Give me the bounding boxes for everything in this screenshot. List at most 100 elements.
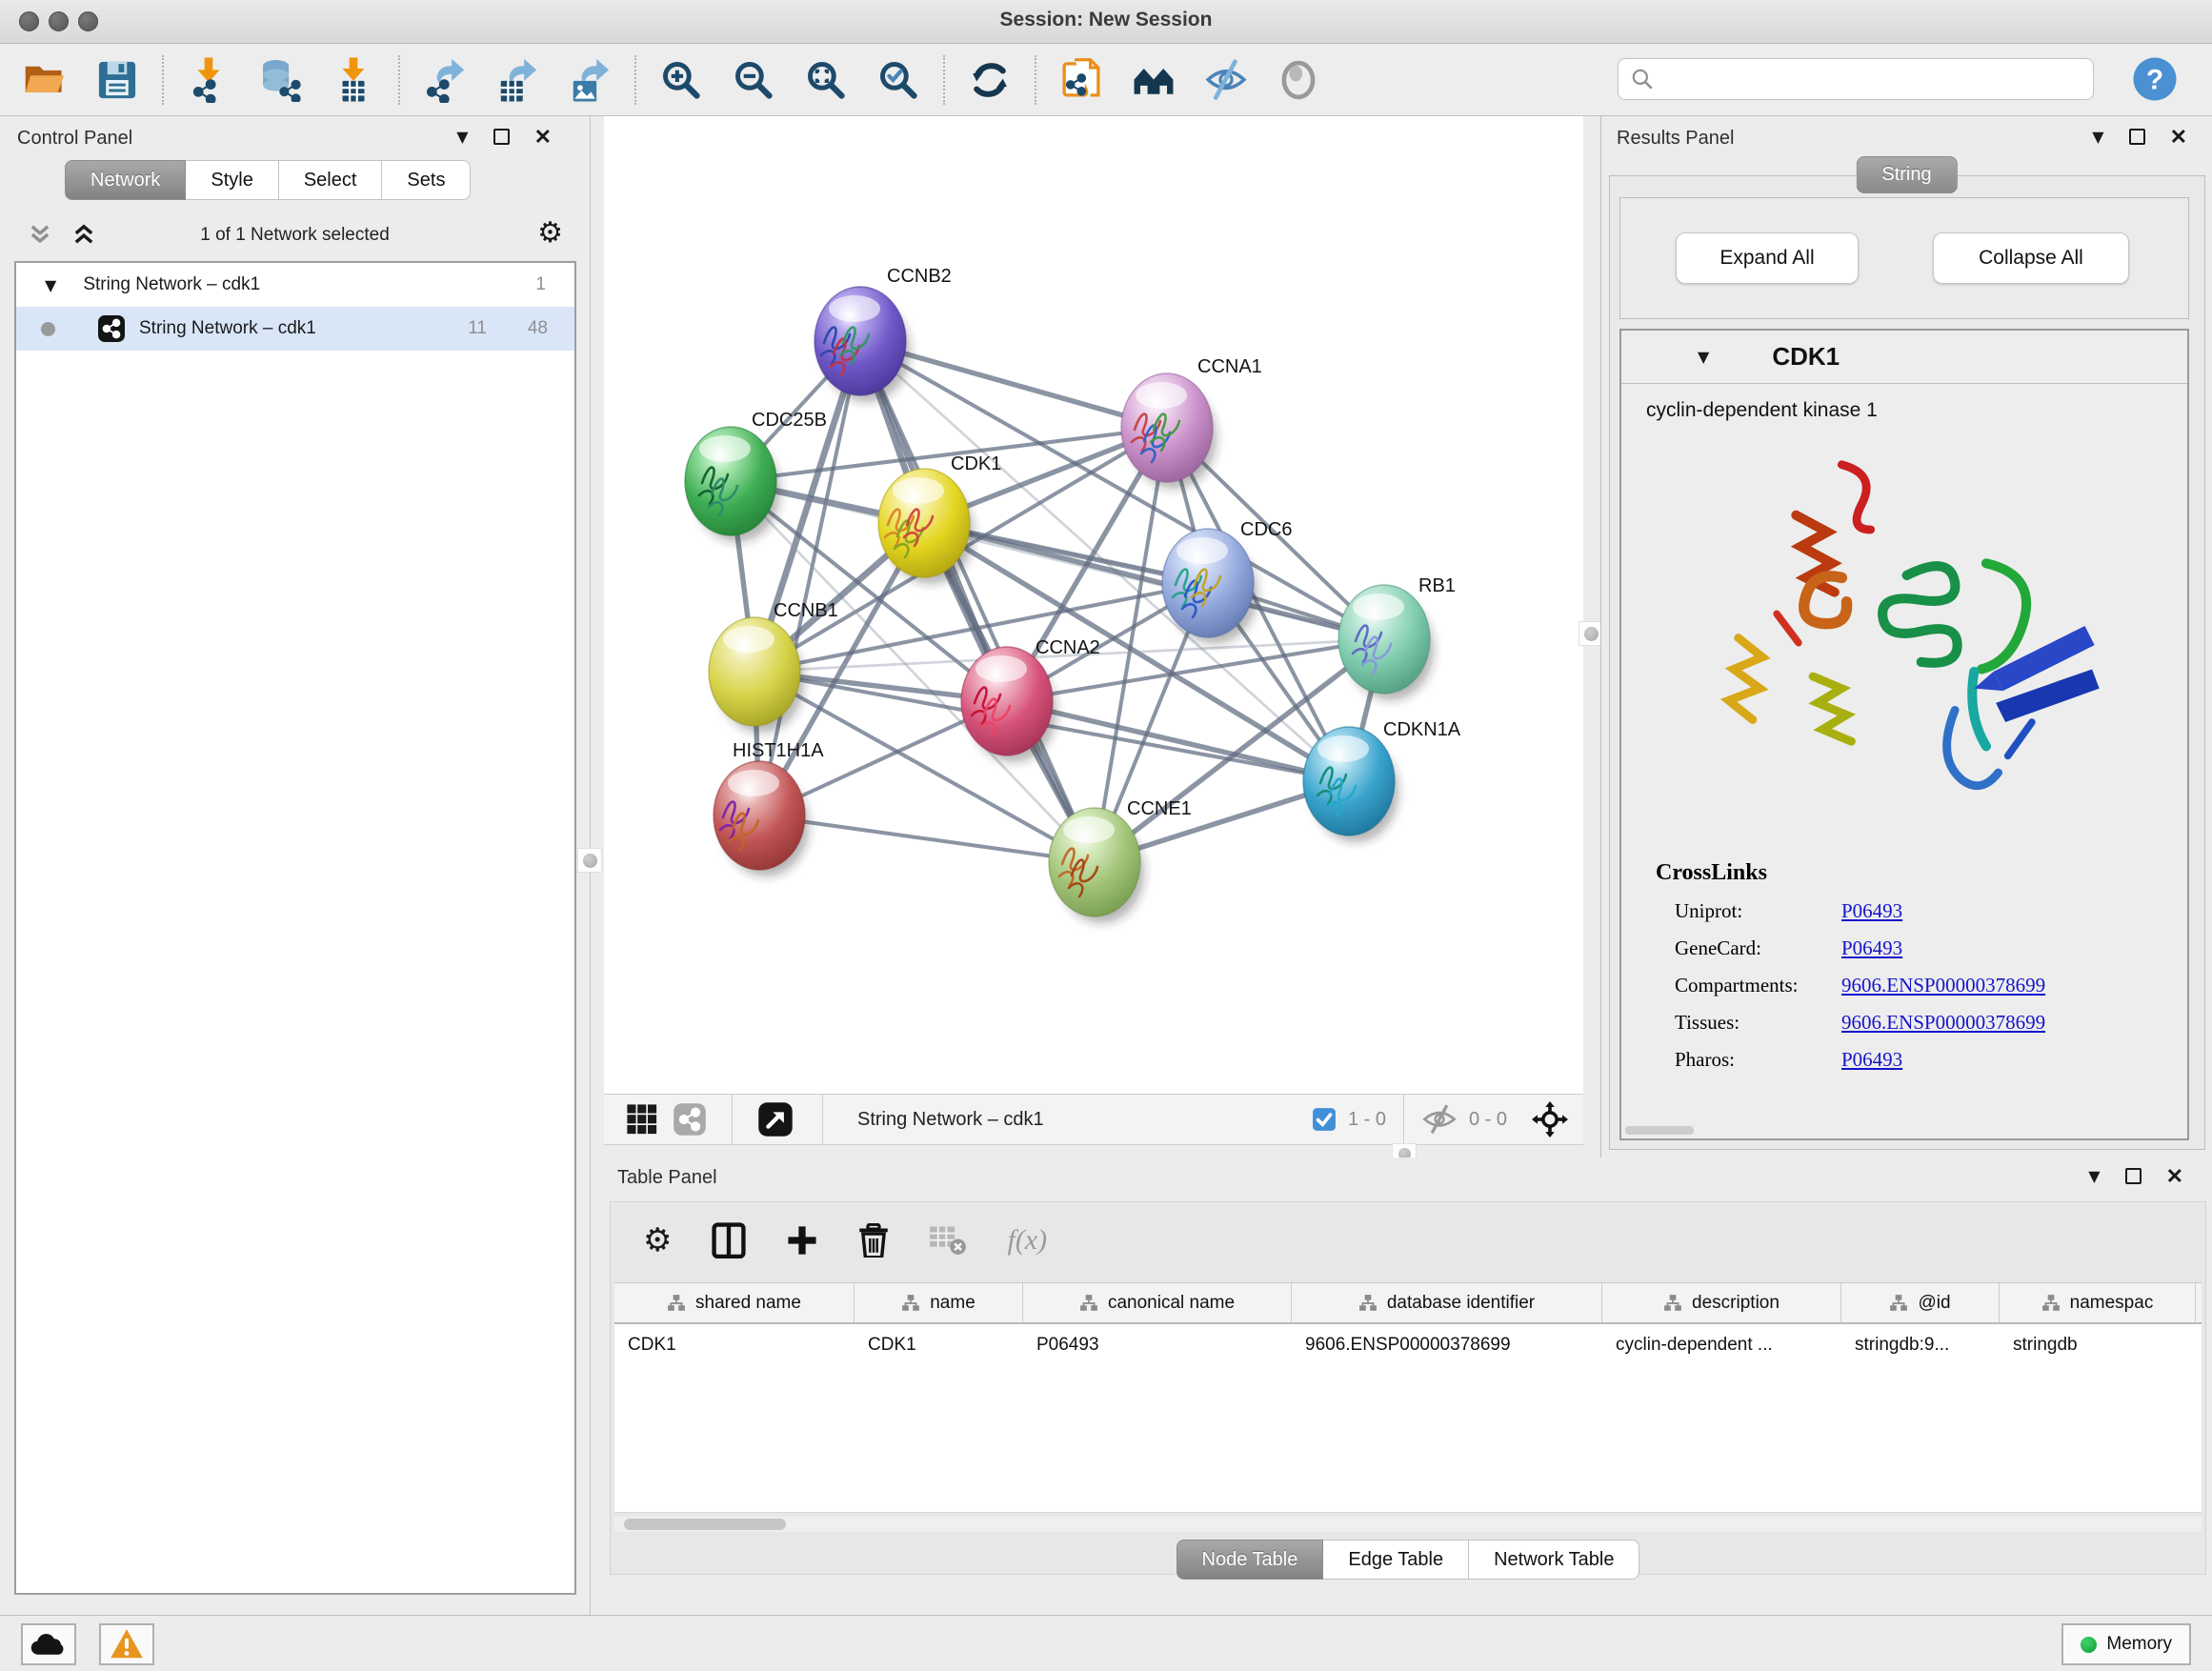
network-node-CCNE1[interactable]: CCNE1 <box>1049 798 1192 923</box>
cloud-button[interactable] <box>21 1623 76 1665</box>
string-share-badge-icon[interactable] <box>671 1097 709 1141</box>
network-canvas[interactable]: CCNB2 CCNA1 CDC25B CDK1 CDC6 <box>604 116 1583 1094</box>
string-home-icon[interactable] <box>1132 58 1176 102</box>
table-cell: cyclin-dependent ... <box>1602 1324 1841 1366</box>
network-edge-CCNA2-CDKN1A[interactable] <box>1007 701 1349 781</box>
node-label-RB1: RB1 <box>1418 575 1456 596</box>
results-tab-string[interactable]: String <box>1856 156 1957 193</box>
cloud-icon <box>30 1631 68 1658</box>
network-node-HIST1H1A[interactable]: HIST1H1A <box>714 740 824 876</box>
tab-style[interactable]: Style <box>186 160 278 200</box>
export-network-icon[interactable] <box>423 58 467 102</box>
import-table-file-icon[interactable] <box>332 58 375 102</box>
network-node-CDC6[interactable]: CDC6 <box>1162 519 1292 644</box>
crosslink-link[interactable]: P06493 <box>1841 899 1902 923</box>
gene-description: cyclin-dependent kinase 1 <box>1646 399 2187 422</box>
network-node-RB1[interactable]: RB1 <box>1338 575 1456 700</box>
expand-all-button[interactable]: Expand All <box>1676 232 1859 284</box>
node-label-CDC6: CDC6 <box>1240 519 1292 540</box>
network-edge-CCNB2-CCNE1[interactable] <box>860 341 1095 862</box>
crosslink-link[interactable]: 9606.ENSP00000378699 <box>1841 974 2045 997</box>
collapse-all-button[interactable]: Collapse All <box>1933 232 2129 284</box>
selected-checkbox-icon[interactable] <box>1312 1107 1337 1132</box>
collection-count: 1 <box>535 274 546 295</box>
column-type-icon <box>1663 1294 1682 1313</box>
show-columns-icon[interactable] <box>712 1222 746 1259</box>
crosslink-link[interactable]: P06493 <box>1841 1048 1902 1072</box>
network-node-CCNA2[interactable]: CCNA2 <box>961 637 1100 762</box>
crosslink-link[interactable]: P06493 <box>1841 936 1902 960</box>
table-tab-network-table[interactable]: Network Table <box>1469 1540 1639 1580</box>
network-tree: ▼ String Network – cdk1 1 String Network… <box>14 261 576 1595</box>
network-node-CCNA1[interactable]: CCNA1 <box>1121 356 1262 489</box>
import-network-file-icon[interactable] <box>187 58 231 102</box>
network-tree-row[interactable]: String Network – cdk1 11 48 <box>16 307 574 351</box>
close-results-icon[interactable]: ✕ <box>2170 129 2187 145</box>
zoom-selected-icon[interactable] <box>876 58 920 102</box>
gene-collapse-icon[interactable]: ▼ <box>1698 348 1709 366</box>
network-node-CDKN1A[interactable]: CDKN1A <box>1303 719 1461 842</box>
search-input[interactable] <box>1655 69 2093 90</box>
table-hscrollbar-thumb[interactable] <box>624 1519 786 1530</box>
column-header-namespac[interactable]: namespac <box>2000 1283 2196 1322</box>
hide-selected-icon[interactable] <box>1204 58 1248 102</box>
float-panel-icon[interactable] <box>493 129 510 145</box>
tab-select[interactable]: Select <box>279 160 383 200</box>
crosslink-link[interactable]: 9606.ENSP00000378699 <box>1841 1011 2045 1035</box>
export-table-icon[interactable] <box>495 58 539 102</box>
close-table-icon[interactable]: ✕ <box>2166 1168 2183 1184</box>
fit-crosshair-icon[interactable] <box>1532 1101 1568 1137</box>
table-row[interactable]: CDK1CDK1P064939606.ENSP00000378699cyclin… <box>614 1324 2202 1366</box>
export-image-icon[interactable] <box>568 58 612 102</box>
tab-sets[interactable]: Sets <box>382 160 471 200</box>
network-edge-HIST1H1A-CCNE1[interactable] <box>759 815 1095 862</box>
network-options-gear-icon[interactable]: ⚙ <box>537 219 563 248</box>
zoom-in-icon[interactable] <box>659 58 703 102</box>
zoom-fit-icon[interactable] <box>804 58 848 102</box>
float-table-icon[interactable] <box>2125 1168 2142 1184</box>
add-column-plus-icon[interactable] <box>786 1224 818 1257</box>
open-session-icon[interactable] <box>23 58 67 102</box>
tab-network[interactable]: Network <box>65 160 186 200</box>
open-in-new-window-icon[interactable] <box>755 1097 795 1141</box>
search-box[interactable] <box>1618 58 2094 100</box>
column-header-database-identifier[interactable]: database identifier <box>1292 1283 1602 1322</box>
help-button[interactable]: ? <box>2132 56 2178 102</box>
table-hscrollbar[interactable] <box>614 1517 2202 1532</box>
network-edge-CDK1-RB1[interactable] <box>924 523 1384 639</box>
hidden-eye-icon[interactable] <box>1421 1103 1458 1136</box>
refresh-icon[interactable] <box>968 58 1012 102</box>
table-panel-body: ⚙ f(x) shared namenamecanonical namedata… <box>610 1201 2206 1575</box>
crosslink-label: Uniprot: <box>1675 899 1841 923</box>
column-header-description[interactable]: description <box>1602 1283 1841 1322</box>
show-graphics-details-icon[interactable] <box>1277 58 1320 102</box>
column-header-shared-name[interactable]: shared name <box>614 1283 855 1322</box>
import-network-database-icon[interactable] <box>259 58 303 102</box>
share-file-icon[interactable] <box>1059 58 1103 102</box>
node-label-HIST1H1A: HIST1H1A <box>733 740 824 761</box>
float-results-icon[interactable] <box>2129 129 2145 145</box>
column-header-canonical-name[interactable]: canonical name <box>1023 1283 1292 1322</box>
column-header-name[interactable]: name <box>855 1283 1023 1322</box>
crosslinks-section: CrossLinks Uniprot: P06493GeneCard: P064… <box>1621 860 2187 1072</box>
collapse-results-icon[interactable]: ▼ <box>2092 128 2103 146</box>
network-tree-row[interactable]: ▼ String Network – cdk1 1 <box>16 263 574 307</box>
table-options-gear-icon[interactable]: ⚙ <box>643 1226 672 1255</box>
table-cell: stringdb:9... <box>1841 1324 2000 1366</box>
collapse-panel-icon[interactable]: ▼ <box>456 128 468 146</box>
column-header--id[interactable]: @id <box>1841 1283 2000 1322</box>
birdseye-grid-icon[interactable] <box>623 1097 661 1141</box>
zoom-out-icon[interactable] <box>732 58 775 102</box>
delete-column-trash-icon[interactable] <box>858 1223 889 1258</box>
memory-button[interactable]: Memory <box>2061 1623 2191 1665</box>
save-session-icon[interactable] <box>95 58 139 102</box>
close-panel-icon[interactable]: ✕ <box>534 129 552 145</box>
collapse-table-icon[interactable]: ▼ <box>2088 1167 2100 1185</box>
table-tab-node-table[interactable]: Node Table <box>1176 1540 1324 1580</box>
left-splitter-handle[interactable] <box>577 848 602 873</box>
network-node-CDK1[interactable]: CDK1 <box>878 453 1001 584</box>
tree-expand-icon[interactable]: ▼ <box>45 276 56 294</box>
results-hscrollbar[interactable] <box>1625 1126 1694 1135</box>
warnings-button[interactable] <box>99 1623 154 1665</box>
table-tab-edge-table[interactable]: Edge Table <box>1323 1540 1469 1580</box>
